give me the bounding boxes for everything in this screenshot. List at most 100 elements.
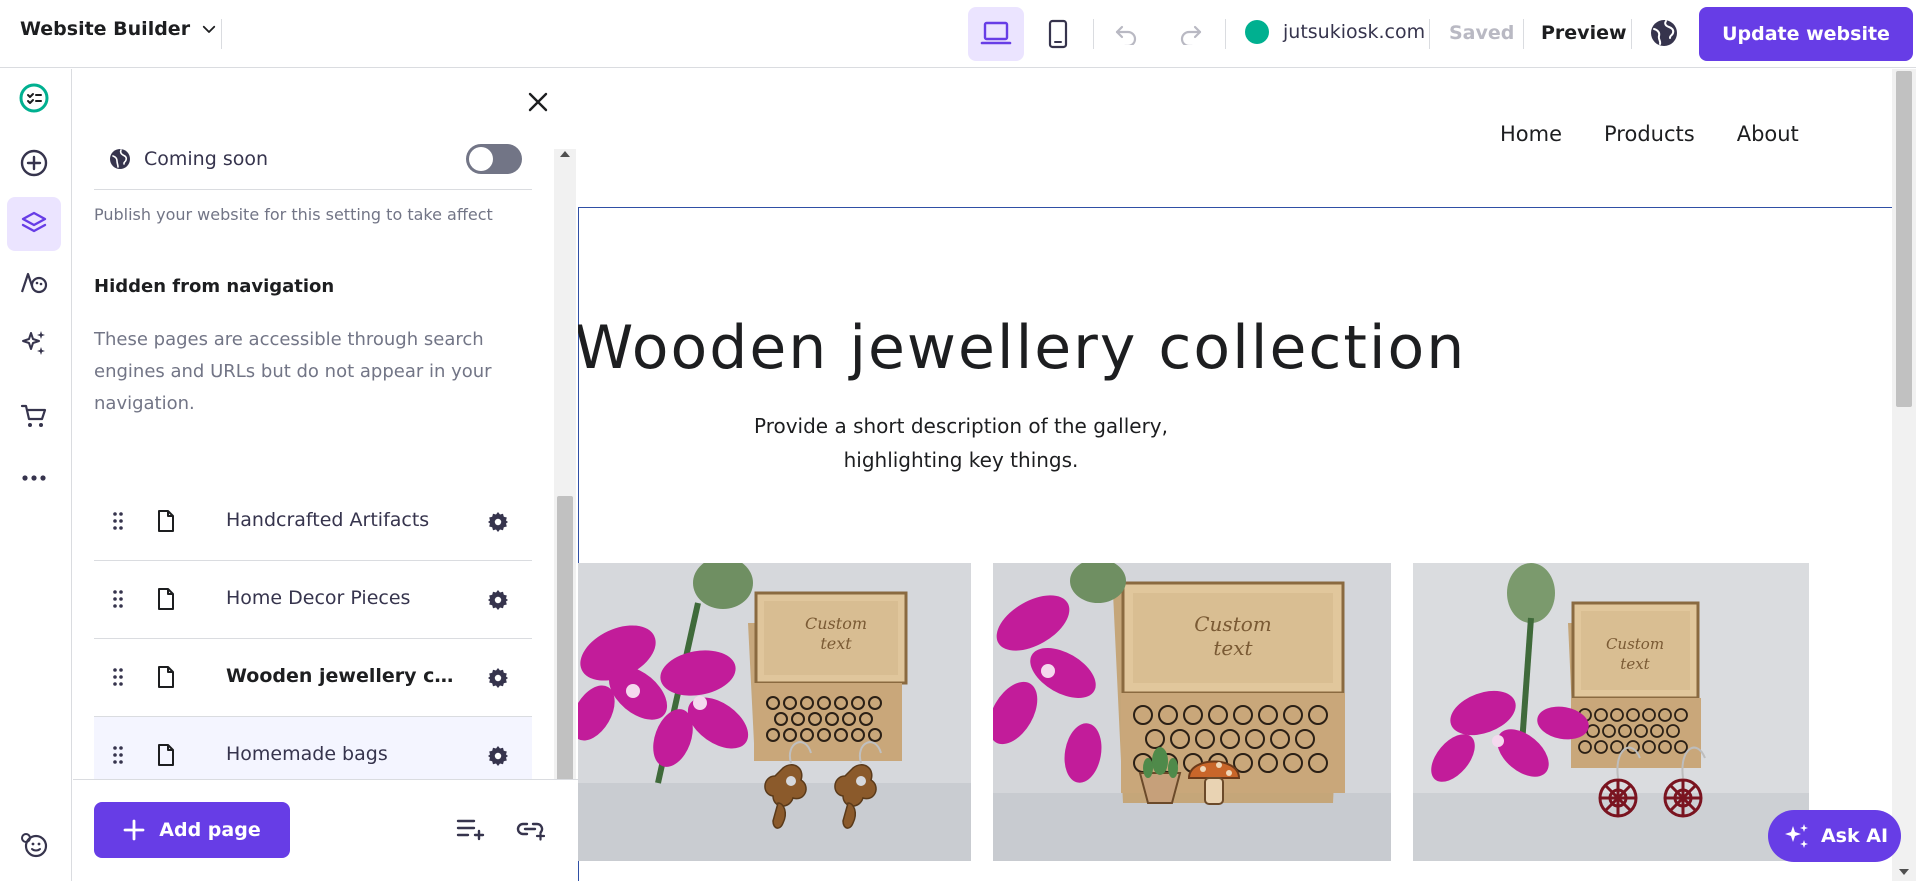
pages-button[interactable] <box>7 197 61 251</box>
help-button[interactable] <box>7 817 61 871</box>
drag-handle-icon[interactable] <box>112 511 124 531</box>
page-row[interactable]: Handcrafted Artifacts <box>94 483 532 561</box>
page-row[interactable]: Home Decor Pieces <box>94 561 532 639</box>
gear-icon[interactable] <box>486 666 510 690</box>
nav-link-home[interactable]: Home <box>1500 122 1562 146</box>
more-dots-icon <box>21 474 47 482</box>
page-icon <box>156 509 176 533</box>
laptop-icon <box>980 20 1012 48</box>
coming-soon-label: Coming soon <box>144 148 269 170</box>
checklist-icon <box>18 82 50 114</box>
drag-handle-icon[interactable] <box>112 589 124 609</box>
page-icon <box>156 587 176 611</box>
globe-icon[interactable] <box>1648 17 1680 49</box>
page-scrollbar[interactable] <box>1892 69 1916 881</box>
page-row-current[interactable]: Wooden jewellery collec... <box>94 639 532 717</box>
redo-icon <box>1178 23 1204 45</box>
sparkles-icon <box>1781 821 1811 851</box>
svg-text:Custom: Custom <box>1194 612 1272 636</box>
hidden-pages-description: These pages are accessible through searc… <box>94 329 492 414</box>
website-canvas[interactable]: Home Products About Wooden jewellery col… <box>578 69 1892 881</box>
globe-icon <box>108 147 132 171</box>
saved-status: Saved <box>1449 22 1515 44</box>
more-button[interactable] <box>7 451 61 505</box>
plus-icon <box>123 819 145 841</box>
update-website-button[interactable]: Update website <box>1699 7 1913 61</box>
redo-button[interactable] <box>1174 17 1208 51</box>
domain-name: jutsukiosk.com <box>1283 21 1426 43</box>
chevron-down-icon <box>200 20 218 38</box>
gallery-image[interactable]: Custom text <box>578 563 971 861</box>
domain-status-dot <box>1245 20 1269 44</box>
face-icon <box>19 829 49 859</box>
page-label: Home Decor Pieces <box>226 587 411 609</box>
page-label: Homemade bags <box>226 743 388 765</box>
toggle-knob <box>469 147 493 171</box>
scroll-thumb[interactable] <box>557 496 573 826</box>
mobile-view-button[interactable] <box>1030 7 1086 61</box>
nav-link-about[interactable]: About <box>1737 122 1799 146</box>
page-icon <box>156 665 176 689</box>
site-navigation: Home Products About <box>1500 122 1799 146</box>
add-page-button[interactable]: Add page <box>94 802 290 858</box>
desktop-view-button[interactable] <box>968 7 1024 61</box>
ask-ai-label: Ask AI <box>1820 825 1889 847</box>
page-label: Handcrafted Artifacts <box>226 509 430 531</box>
panel-footer: Add page <box>73 779 578 881</box>
undo-button[interactable] <box>1109 17 1143 51</box>
palette-icon <box>19 268 49 298</box>
store-button[interactable] <box>7 389 61 443</box>
hidden-pages-title: Hidden from navigation <box>94 276 335 297</box>
cart-icon <box>19 401 49 431</box>
preview-button[interactable]: Preview <box>1541 22 1627 44</box>
layers-icon <box>19 209 49 239</box>
checklist-button[interactable] <box>7 71 61 125</box>
hero-title[interactable]: Wooden jewellery collection <box>578 313 1466 383</box>
app-name: Website Builder <box>20 18 191 40</box>
drag-handle-icon[interactable] <box>112 745 124 765</box>
page-icon <box>156 743 176 767</box>
svg-text:Custom: Custom <box>805 614 867 633</box>
hero-description[interactable]: Provide a short description of the galle… <box>711 409 1211 477</box>
divider <box>1523 19 1524 49</box>
sparkles-icon <box>19 328 49 358</box>
svg-text:text: text <box>820 634 852 653</box>
close-icon[interactable] <box>525 89 551 115</box>
ai-tools-button[interactable] <box>7 316 61 370</box>
nav-link-products[interactable]: Products <box>1604 122 1695 146</box>
divider <box>1093 19 1094 49</box>
undo-icon <box>1113 23 1139 45</box>
left-rail <box>0 69 72 881</box>
gallery-image[interactable]: Custom text <box>993 563 1391 861</box>
svg-text:text: text <box>1620 655 1650 673</box>
page-label: Wooden jewellery collec... <box>226 665 466 687</box>
panel-scrollbar[interactable] <box>554 149 576 849</box>
svg-text:Custom: Custom <box>1606 635 1664 653</box>
gear-icon[interactable] <box>486 744 510 768</box>
domain-selector[interactable]: jutsukiosk.com <box>1245 20 1425 44</box>
scroll-up-arrow-icon[interactable] <box>559 149 571 159</box>
top-bar: Website Builder jutsukiosk.com Saved Pre… <box>0 0 1916 68</box>
pages-panel: Coming soon Publish your website for thi… <box>73 69 578 881</box>
divider <box>1225 19 1226 49</box>
plus-circle-icon <box>19 148 49 178</box>
divider <box>94 189 532 190</box>
add-list-icon[interactable] <box>455 816 485 842</box>
website-builder-menu[interactable]: Website Builder <box>20 18 218 40</box>
publish-note: Publish your website for this setting to… <box>94 205 493 224</box>
ask-ai-button[interactable]: Ask AI <box>1768 810 1901 862</box>
gallery-image[interactable]: Custom text <box>1413 563 1809 861</box>
add-page-label: Add page <box>159 819 261 841</box>
drag-handle-icon[interactable] <box>112 667 124 687</box>
divider <box>221 19 222 49</box>
divider <box>1429 19 1430 49</box>
coming-soon-toggle[interactable] <box>466 144 522 174</box>
gear-icon[interactable] <box>486 588 510 612</box>
styles-button[interactable] <box>7 256 61 310</box>
svg-text:text: text <box>1213 636 1253 660</box>
page-scroll-thumb[interactable] <box>1896 71 1912 407</box>
gear-icon[interactable] <box>486 510 510 534</box>
add-elements-button[interactable] <box>7 136 61 190</box>
add-link-icon[interactable] <box>515 816 545 842</box>
scroll-down-arrow-icon[interactable] <box>1898 867 1910 877</box>
